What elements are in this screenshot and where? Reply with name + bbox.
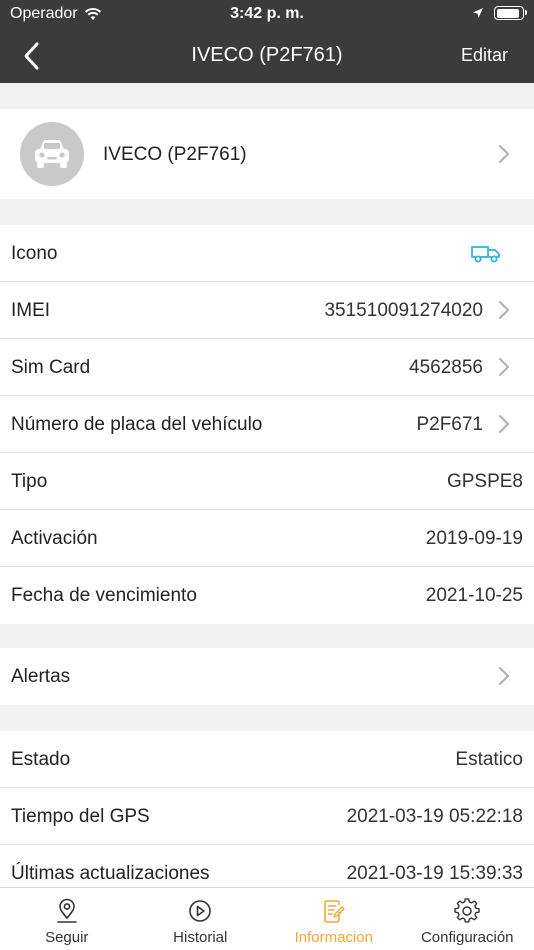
- row-value: GPSPE8: [446, 471, 523, 492]
- status-bar: Operador 3:42 p. m.: [0, 0, 534, 28]
- chevron-right-icon: [498, 414, 510, 434]
- details-group: Icono IMEI 351510091274020 Sim Card 4562…: [0, 225, 534, 624]
- chevron-right-icon: [498, 357, 510, 377]
- status-group: Estado Estatico Tiempo del GPS 2021-03-1…: [0, 731, 534, 887]
- row-value: P2F671: [416, 414, 483, 435]
- row-tipo: Tipo GPSPE8: [0, 453, 534, 510]
- row-label: Tiempo del GPS: [11, 806, 150, 827]
- row-value: 351510091274020: [324, 300, 483, 321]
- truck-icon: [470, 243, 502, 268]
- row-imei[interactable]: IMEI 351510091274020: [0, 282, 534, 339]
- row-label: Activación: [11, 528, 98, 549]
- gear-icon: [454, 898, 480, 923]
- chevron-right-icon: [498, 666, 510, 686]
- row-alertas[interactable]: Alertas: [0, 648, 534, 705]
- row-tiempo-gps: Tiempo del GPS 2021-03-19 05:22:18: [0, 788, 534, 845]
- row-label: Icono: [11, 243, 58, 264]
- location-pin-icon: [56, 898, 77, 923]
- document-edit-icon: [323, 900, 345, 923]
- battery-icon: [494, 6, 527, 20]
- tab-bar: Seguir Historial Informacion Configuraci…: [0, 887, 534, 950]
- row-value: 2021-10-25: [425, 585, 523, 606]
- tab-label: Historial: [173, 929, 228, 946]
- tab-label: Configuración: [420, 929, 514, 946]
- page-title: IVECO (P2F761): [191, 44, 343, 66]
- row-label: Alertas: [11, 666, 71, 687]
- edit-button[interactable]: Editar: [461, 45, 508, 66]
- car-icon: [35, 140, 69, 168]
- content-scroll[interactable]: IVECO (P2F761) Icono IMEI 35151009127402…: [0, 83, 534, 887]
- row-label: Últimas actualizaciones: [11, 863, 210, 884]
- play-circle-icon: [189, 900, 212, 922]
- alerts-group: Alertas: [0, 648, 534, 705]
- location-arrow-icon: [473, 8, 483, 18]
- row-label: Estado: [11, 749, 71, 770]
- row-value: Estatico: [455, 749, 523, 770]
- tab-historial[interactable]: Historial: [134, 888, 268, 950]
- row-ultimas-actualizaciones: Últimas actualizaciones 2021-03-19 15:39…: [0, 845, 534, 887]
- navigation-bar: IVECO (P2F761) Editar: [0, 28, 534, 83]
- row-label: Sim Card: [11, 357, 91, 378]
- row-plate-number[interactable]: Número de placa del vehículo P2F671: [0, 396, 534, 453]
- tab-configuracion[interactable]: Configuración: [401, 888, 534, 950]
- row-value: 4562856: [409, 357, 483, 378]
- tab-seguir[interactable]: Seguir: [0, 888, 134, 950]
- vehicle-name: IVECO (P2F761): [103, 144, 247, 165]
- tab-informacion[interactable]: Informacion: [267, 888, 401, 950]
- tab-label: Seguir: [45, 929, 89, 946]
- tab-label: Informacion: [294, 929, 373, 946]
- row-label: Número de placa del vehículo: [11, 414, 263, 435]
- chevron-right-icon: [498, 300, 510, 320]
- vehicle-avatar: [20, 122, 84, 186]
- row-label: Fecha de vencimiento: [11, 585, 197, 606]
- row-value: 2021-03-19 05:22:18: [346, 806, 523, 827]
- row-value: 2021-03-19 15:39:33: [346, 863, 523, 884]
- row-sim-card[interactable]: Sim Card 4562856: [0, 339, 534, 396]
- row-icono[interactable]: Icono: [0, 225, 534, 282]
- status-time: 3:42 p. m.: [230, 5, 304, 22]
- row-label: Tipo: [11, 471, 48, 492]
- chevron-right-icon: [498, 144, 510, 164]
- row-fecha-vencimiento: Fecha de vencimiento 2021-10-25: [0, 567, 534, 624]
- row-activacion: Activación 2019-09-19: [0, 510, 534, 567]
- row-label: IMEI: [11, 300, 51, 321]
- row-value: 2019-09-19: [425, 528, 523, 549]
- row-estado: Estado Estatico: [0, 731, 534, 788]
- vehicle-card[interactable]: IVECO (P2F761): [0, 109, 534, 199]
